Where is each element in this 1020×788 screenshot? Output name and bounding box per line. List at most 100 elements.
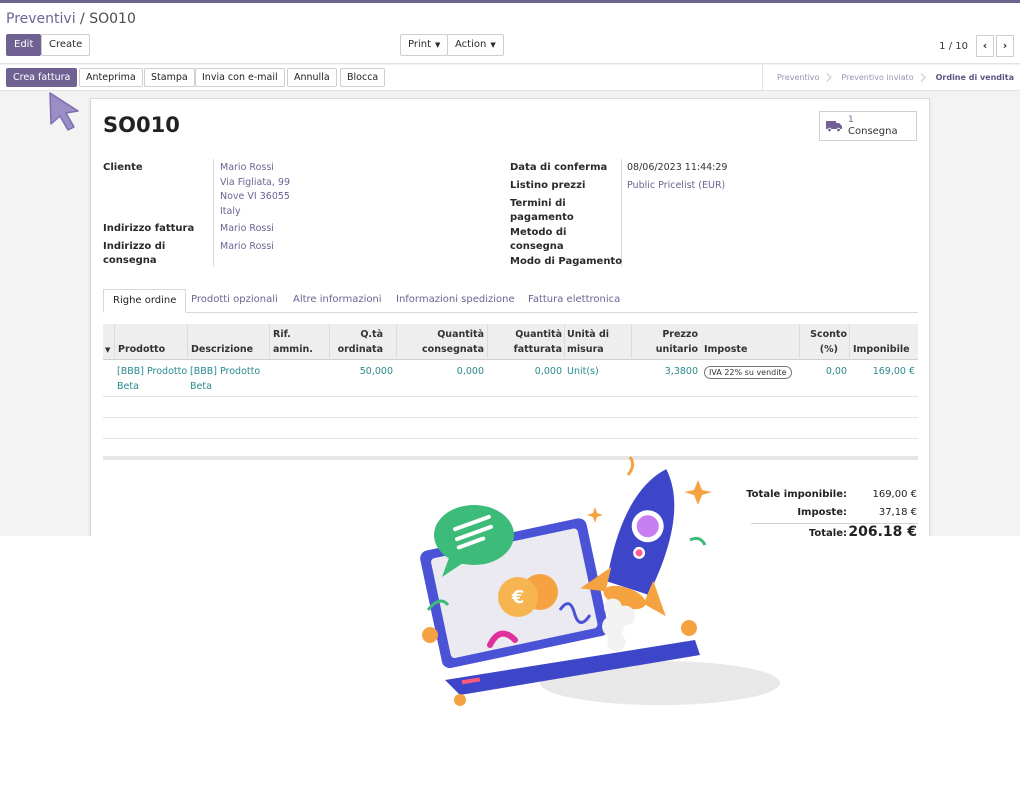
listino-label: Listino prezzi <box>510 180 586 191</box>
stage-label: Preventivo inviato <box>841 73 914 82</box>
metodo-label-1: Metodo di <box>510 227 567 238</box>
cell-descrizione-2: Beta <box>190 380 212 392</box>
field-divider <box>213 159 214 267</box>
col-prodotto[interactable]: Prodotto <box>118 343 165 357</box>
totale-label: Totale: <box>808 528 847 536</box>
stage-pipeline: Preventivo › Preventivo inviato › Ordine d… <box>761 65 1020 90</box>
table-row[interactable]: [BBB] Prodotto Beta [BBB] Prodotto Beta … <box>103 361 918 397</box>
cliente-country: Italy <box>220 205 241 217</box>
indirizzo-fattura-value[interactable]: Mario Rossi <box>220 222 274 237</box>
table-header: ▼ Prodotto Descrizione Rif. ammin. Q.tà … <box>103 324 918 360</box>
tab-prodotti-opzionali[interactable]: Prodotti opzionali <box>191 289 278 313</box>
action-dropdown[interactable]: Action ▼ <box>447 34 504 56</box>
col-unita-2: misura <box>567 344 604 355</box>
pager: 1 / 10 ‹ › <box>939 35 1014 57</box>
cell-consegnata: 0,000 <box>456 366 484 377</box>
print-label: Print <box>408 39 432 50</box>
cliente-name[interactable]: Mario Rossi <box>220 161 274 176</box>
anteprima-button[interactable]: Anteprima <box>79 68 143 87</box>
truck-icon <box>826 121 842 132</box>
col-prezzo-1[interactable]: Prezzo <box>662 328 698 342</box>
annulla-button[interactable]: Annulla <box>287 68 337 87</box>
cell-imponibile: 169,00 € <box>872 366 915 377</box>
col-unita-1[interactable]: Unità di <box>567 328 609 342</box>
edit-button[interactable]: Edit <box>6 34 42 56</box>
col-qta-2: ordinata <box>337 344 383 355</box>
delivery-smart-button[interactable]: 1 Consegna <box>819 111 917 141</box>
breadcrumb-current: SO010 <box>89 11 136 27</box>
col-prezzo-2: unitario <box>655 344 698 355</box>
stage-label: Preventivo <box>776 73 820 82</box>
stage-preventivo-inviato[interactable]: Preventivo inviato › <box>827 65 927 90</box>
col-descrizione[interactable]: Descrizione <box>191 343 253 357</box>
data-conferma-label: Data di conferma <box>510 162 608 173</box>
breadcrumb: Preventivi / SO010 <box>6 11 136 27</box>
column-divider <box>849 324 850 360</box>
table-row-empty <box>103 397 918 418</box>
column-divider <box>329 324 330 360</box>
crea-fattura-button[interactable]: Crea fattura <box>6 68 78 87</box>
termini-label-1: Termini di <box>510 198 566 209</box>
totale-imponibile-value: 169,00 € <box>872 489 917 500</box>
tax-badge: IVA 22% su vendite <box>704 366 792 379</box>
pointer-cursor-icon <box>49 92 79 131</box>
chevron-left-icon[interactable]: ‹ <box>976 35 994 57</box>
record-title: SO010 <box>103 113 180 137</box>
tab-informazioni-spedizione[interactable]: Informazioni spedizione <box>396 289 515 313</box>
col-consegnata-2: consegnata <box>422 344 484 355</box>
col-fatturata-1[interactable]: Quantità <box>515 328 562 342</box>
cliente-city: Nove VI 36055 <box>220 191 290 202</box>
print-dropdown[interactable]: Print ▼ <box>400 34 449 56</box>
column-divider <box>564 324 565 360</box>
svg-text:€: € <box>511 587 525 608</box>
table-row-empty <box>103 418 918 439</box>
col-qta-1[interactable]: Q.tà <box>360 328 383 342</box>
cell-prodotto-1: [BBB] Prodotto <box>117 366 188 377</box>
indirizzo-consegna-value[interactable]: Mario Rossi <box>220 240 274 255</box>
cell-sconto: 0,00 <box>825 366 847 377</box>
imposte-label: Imposte: <box>797 507 847 518</box>
modo-pagamento-label: Modo di Pagamento <box>510 256 623 267</box>
totale-value: 206,18 € <box>848 524 917 536</box>
column-divider <box>799 324 800 360</box>
sort-caret-icon[interactable]: ▼ <box>105 343 110 357</box>
cell-unita: Unit(s) <box>567 366 599 377</box>
indirizzo-consegna-label-1: Indirizzo di <box>103 241 166 252</box>
tab-altre-informazioni[interactable]: Altre informazioni <box>293 289 382 313</box>
listino-value[interactable]: Public Pricelist (EUR) <box>627 179 725 194</box>
column-divider <box>187 324 188 360</box>
delivery-label: Consegna <box>848 126 898 137</box>
pager-value: 1 / 10 <box>939 40 968 52</box>
col-fatturata-2: fatturata <box>513 344 562 355</box>
stampa-button[interactable]: Stampa <box>144 68 195 87</box>
delivery-count: 1 <box>848 115 854 125</box>
caret-down-icon: ▼ <box>490 41 496 49</box>
stage-label: Ordine di vendita <box>935 73 1014 82</box>
column-divider <box>487 324 488 360</box>
col-imponibile[interactable]: Imponibile <box>853 343 910 357</box>
invia-email-button[interactable]: Invia con e-mail <box>195 68 285 87</box>
col-rif-1[interactable]: Rif. <box>273 328 291 342</box>
col-rif-2: ammin. <box>273 344 313 355</box>
stage-preventivo[interactable]: Preventivo › <box>763 65 833 90</box>
cliente-street: Via Figliata, 99 <box>220 176 290 188</box>
col-sconto-2: (%) <box>819 344 838 355</box>
cell-prezzo: 3,3800 <box>664 366 698 377</box>
create-button[interactable]: Create <box>41 34 91 56</box>
cell-descrizione-1: [BBB] Prodotto <box>190 366 261 377</box>
col-sconto-1[interactable]: Sconto <box>810 328 847 342</box>
column-divider <box>396 324 397 360</box>
termini-label-2: pagamento <box>510 212 574 223</box>
cell-prodotto-2: Beta <box>117 380 139 392</box>
caret-down-icon: ▼ <box>435 41 441 49</box>
col-imposte[interactable]: Imposte <box>704 343 747 357</box>
col-consegnata-1[interactable]: Quantità <box>437 328 484 342</box>
tab-fattura-elettronica[interactable]: Fattura elettronica <box>528 289 620 313</box>
chevron-right-icon[interactable]: › <box>996 35 1014 57</box>
column-divider <box>269 324 270 360</box>
data-conferma-value: 08/06/2023 11:44:29 <box>627 162 728 173</box>
stage-ordine-di-vendita[interactable]: Ordine di vendita <box>922 65 1020 90</box>
blocca-button[interactable]: Blocca <box>340 68 386 87</box>
breadcrumb-parent[interactable]: Preventivi <box>6 11 76 27</box>
tab-righe-ordine[interactable]: Righe ordine <box>103 289 187 313</box>
